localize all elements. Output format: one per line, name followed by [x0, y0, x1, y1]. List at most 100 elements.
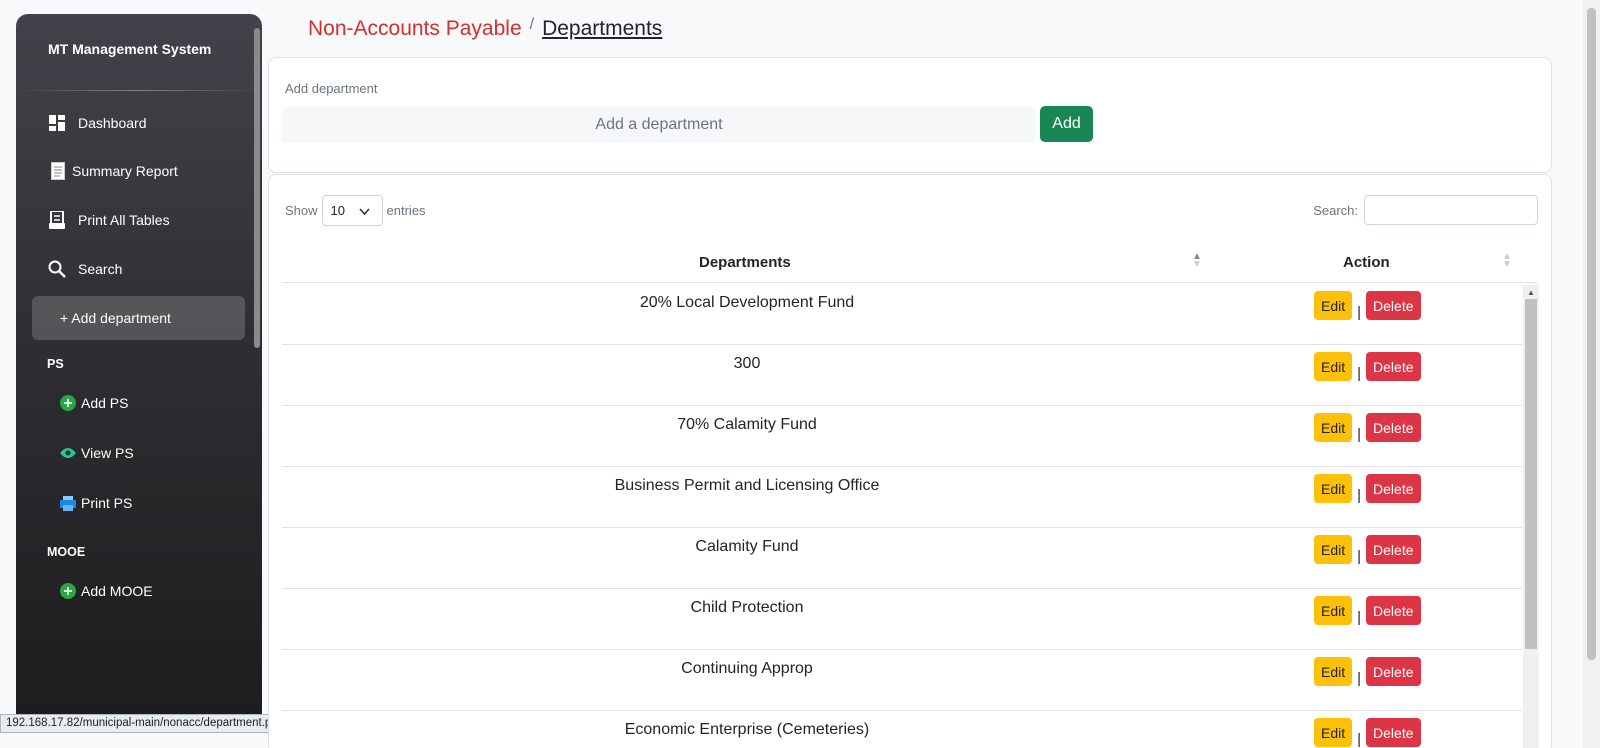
table-row: Business Permit and Licensing Office Edit…	[282, 467, 1522, 528]
delete-button[interactable]: Delete	[1366, 413, 1421, 442]
action-separator: |	[1357, 731, 1362, 748]
edit-button[interactable]: Edit	[1314, 413, 1353, 442]
sidebar-item-view-ps[interactable]: View PS	[60, 441, 134, 465]
edit-button[interactable]: Edit	[1314, 657, 1353, 686]
search-icon	[48, 260, 66, 278]
table-search: Search:	[1313, 195, 1538, 225]
section-title-ps: PS	[47, 357, 64, 371]
header-action[interactable]: Action	[1343, 254, 1390, 271]
action-separator: |	[1357, 426, 1362, 443]
search-label: Search:	[1313, 202, 1358, 218]
delete-button[interactable]: Delete	[1366, 352, 1421, 381]
header-departments[interactable]: Departments	[699, 254, 791, 271]
sidebar-item-label: Summary Report	[72, 163, 178, 179]
brand-title[interactable]: MT Management System	[48, 41, 211, 57]
sidebar-item-add-department[interactable]: + Add department	[32, 296, 245, 340]
department-input[interactable]	[282, 107, 1036, 143]
status-url-tooltip: 192.168.17.82/municipal-main/nonacc/depa…	[0, 714, 291, 733]
section-title-mooe: MOOE	[47, 545, 86, 559]
row-actions: Edit | Delete	[1314, 474, 1421, 503]
table-row: 70% Calamity Fund Edit | Delete	[282, 406, 1522, 467]
department-name: Business Permit and Licensing Office	[614, 477, 880, 494]
sidebar-item-label: Print PS	[81, 495, 133, 511]
action-separator: |	[1357, 609, 1362, 626]
sort-icon[interactable]: ▲ ▼	[1502, 252, 1512, 270]
action-separator: |	[1357, 304, 1362, 321]
sidebar-item-add-ps[interactable]: Add PS	[60, 391, 128, 415]
brand-divider	[16, 90, 262, 91]
sidebar: MT Management System Dashboard Summary R…	[16, 14, 262, 732]
chevron-down-icon	[358, 204, 370, 219]
row-actions: Edit | Delete	[1314, 413, 1421, 442]
sidebar-scrollbar[interactable]	[254, 28, 260, 348]
action-separator: |	[1357, 548, 1362, 565]
action-separator: |	[1357, 670, 1362, 687]
departments-table-card: Show 10 entries Search: Departments ▲ ▼ A…	[268, 174, 1552, 748]
sidebar-item-search[interactable]: Search	[32, 248, 245, 290]
department-name: Calamity Fund	[695, 538, 799, 555]
delete-button[interactable]: Delete	[1366, 596, 1421, 625]
sidebar-item-print-all-tables[interactable]: Print All Tables	[32, 199, 245, 241]
search-input[interactable]	[1364, 195, 1538, 225]
sidebar-item-label: + Add department	[60, 310, 171, 326]
table-row: 20% Local Development Fund Edit | Delete	[282, 284, 1522, 345]
breadcrumb-separator: /	[529, 16, 535, 33]
department-name: 70% Calamity Fund	[677, 416, 817, 433]
add-department-card: Add department Add	[268, 57, 1552, 173]
print-icon	[48, 211, 66, 229]
sidebar-item-add-mooe[interactable]: Add MOOE	[60, 579, 153, 603]
sidebar-item-dashboard[interactable]: Dashboard	[32, 102, 245, 144]
delete-button[interactable]: Delete	[1366, 657, 1421, 686]
edit-button[interactable]: Edit	[1314, 718, 1353, 747]
sidebar-item-label: Dashboard	[78, 115, 147, 131]
edit-button[interactable]: Edit	[1314, 596, 1353, 625]
table-scrollbar-thumb[interactable]	[1525, 299, 1537, 649]
department-name: 300	[733, 355, 761, 372]
entries-value: 10	[330, 203, 345, 218]
edit-button[interactable]: Edit	[1314, 474, 1353, 503]
show-label: Show	[285, 203, 318, 218]
scroll-up-icon[interactable]: ▲	[1527, 288, 1535, 297]
table-scrollbar[interactable]: ▲	[1523, 285, 1539, 748]
department-name: Continuing Approp	[681, 660, 813, 677]
row-actions: Edit | Delete	[1314, 596, 1421, 625]
entries-length-control: Show 10 entries	[285, 195, 426, 226]
sort-asc-icon[interactable]: ▲ ▼	[1192, 252, 1202, 270]
sidebar-item-summary-report[interactable]: Summary Report	[32, 150, 245, 192]
sidebar-item-label: Add MOOE	[81, 583, 153, 599]
delete-button[interactable]: Delete	[1366, 535, 1421, 564]
row-actions: Edit | Delete	[1314, 718, 1421, 747]
row-actions: Edit | Delete	[1314, 535, 1421, 564]
row-actions: Edit | Delete	[1314, 657, 1421, 686]
sidebar-item-print-ps[interactable]: Print PS	[60, 491, 132, 515]
delete-button[interactable]: Delete	[1366, 718, 1421, 747]
department-name: Child Protection	[690, 599, 804, 616]
eye-icon	[60, 445, 76, 461]
department-name: Economic Enterprise (Cemeteries)	[624, 721, 870, 738]
table-row: Economic Enterprise (Cemeteries) Edit | Del…	[282, 711, 1522, 748]
add-department-label: Add department	[285, 81, 378, 96]
breadcrumb: Non-Accounts Payable / Departments	[308, 16, 662, 41]
page-scrollbar-thumb[interactable]	[1587, 8, 1596, 660]
edit-button[interactable]: Edit	[1314, 535, 1353, 564]
action-separator: |	[1357, 487, 1362, 504]
delete-button[interactable]: Delete	[1366, 291, 1421, 320]
add-button[interactable]: Add	[1040, 106, 1093, 142]
page-scrollbar[interactable]	[1583, 0, 1600, 748]
delete-button[interactable]: Delete	[1366, 474, 1421, 503]
sidebar-item-label: Print All Tables	[78, 212, 170, 228]
table-row: 300 Edit | Delete	[282, 345, 1522, 406]
action-separator: |	[1357, 365, 1362, 382]
plus-circle-icon	[60, 583, 76, 599]
sidebar-item-label: View PS	[81, 445, 134, 461]
table-row: Child Protection Edit | Delete	[282, 589, 1522, 650]
sidebar-item-label: Add PS	[81, 395, 129, 411]
page-title[interactable]: Departments	[542, 17, 662, 41]
sidebar-item-label: Search	[78, 261, 123, 277]
breadcrumb-parent[interactable]: Non-Accounts Payable	[308, 17, 522, 41]
edit-button[interactable]: Edit	[1314, 352, 1353, 381]
entries-select[interactable]: 10	[321, 195, 383, 226]
edit-button[interactable]: Edit	[1314, 291, 1353, 320]
printer-icon	[60, 495, 76, 511]
entries-label: entries	[386, 203, 426, 218]
